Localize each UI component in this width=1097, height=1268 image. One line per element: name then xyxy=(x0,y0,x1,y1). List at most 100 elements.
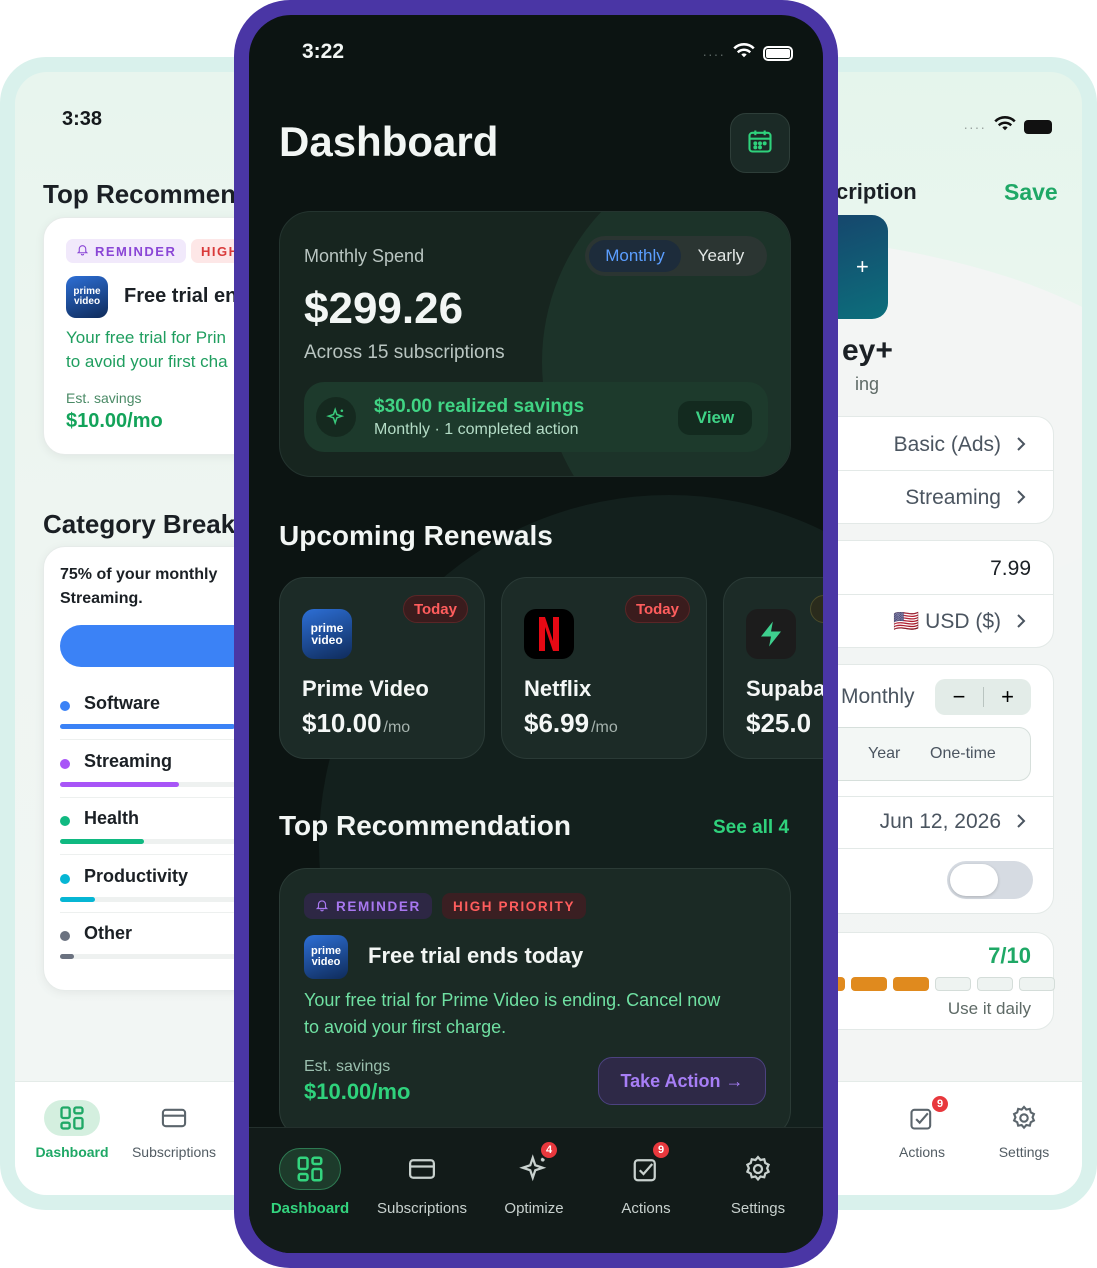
dashboard-icon xyxy=(279,1148,341,1190)
renewal-name: Supaba xyxy=(746,676,823,701)
category-value[interactable]: Streaming xyxy=(905,486,1001,510)
category-bar-fill xyxy=(60,781,179,787)
sparkle-icon: 4 xyxy=(503,1140,565,1190)
rec-body-1: Your free trial for Prime Video is endin… xyxy=(304,990,721,1010)
category-dot xyxy=(60,873,70,884)
app-name: ey+ xyxy=(842,334,893,367)
battery-icon xyxy=(763,46,793,61)
bell-icon xyxy=(315,898,329,915)
actions-badge: 9 xyxy=(930,1094,950,1114)
tab-dashboard[interactable]: Dashboard xyxy=(251,1148,369,1217)
tab-settings[interactable]: Settings xyxy=(984,1100,1064,1160)
recommendation-card[interactable]: REMINDER HIGH PRIORITY prime video Free … xyxy=(279,868,791,1138)
segment-year[interactable]: Year xyxy=(868,745,900,763)
category-bar-track xyxy=(60,954,260,959)
tab-subscriptions[interactable]: Subscriptions xyxy=(119,1100,229,1160)
category-title: Category Break xyxy=(43,509,236,539)
savings-subtitle: Monthly · 1 completed action xyxy=(374,421,579,438)
status-icons: ···· xyxy=(702,43,793,64)
billing-group: Monthly − + h Year One-time Jun 12, 2026 xyxy=(807,664,1054,914)
price-input[interactable]: 7.99 xyxy=(990,557,1031,581)
toggle-switch[interactable] xyxy=(947,861,1033,899)
checklist-icon: 9 xyxy=(894,1094,950,1136)
category-dot xyxy=(60,816,70,826)
rating-value: 7/10 xyxy=(988,943,1031,968)
priority-chip: HIGH PRIORITY xyxy=(442,893,587,919)
rec-body-1: Your free trial for Prin xyxy=(66,328,226,347)
chevron-right-icon xyxy=(1015,488,1027,511)
rec-title: Free trial ends today xyxy=(368,943,584,968)
savings-label: Est. savings xyxy=(66,390,142,406)
prime-video-icon: prime video xyxy=(66,276,108,318)
rec-body-2: to avoid your first cha xyxy=(66,352,228,371)
toggle-yearly[interactable]: Yearly xyxy=(685,240,757,272)
calendar-button[interactable] xyxy=(730,113,790,173)
segment-onetime[interactable]: One-time xyxy=(930,745,996,763)
save-button[interactable]: Save xyxy=(1004,179,1058,206)
page-title: Dashboard xyxy=(279,118,499,165)
gear-icon xyxy=(727,1148,789,1190)
optimize-badge: 4 xyxy=(539,1140,559,1160)
category-label: Other xyxy=(84,923,133,943)
toggle-monthly[interactable]: Monthly xyxy=(589,240,681,272)
tab-actions[interactable]: 9 Actions xyxy=(882,1094,962,1160)
spend-subtext: Across 15 subscriptions xyxy=(304,342,505,363)
tab-dashboard[interactable]: Dashboard xyxy=(17,1100,127,1160)
rating-segment xyxy=(1019,977,1055,991)
chevron-right-icon xyxy=(1015,812,1027,835)
screen-title: cription xyxy=(836,179,917,204)
category-bar-track xyxy=(60,896,260,902)
savings-title: $30.00 realized savings xyxy=(374,396,585,417)
renewal-card[interactable]: Today prime video Prime Video $10.00/mo xyxy=(279,577,485,759)
view-savings-button[interactable]: View xyxy=(678,401,752,435)
monthly-spend-card: Monthly Spend Monthly Yearly $299.26 Acr… xyxy=(279,211,791,477)
category-bar-fill xyxy=(60,724,235,729)
bell-icon xyxy=(76,243,89,259)
cycle-stepper[interactable]: − + xyxy=(935,679,1031,715)
category-dot xyxy=(60,931,70,941)
plus-button[interactable]: + xyxy=(984,684,1031,710)
category-bar-track xyxy=(60,724,260,729)
status-time: 3:22 xyxy=(302,40,345,63)
gear-icon xyxy=(996,1100,1052,1136)
rec-body-2: to avoid your first charge. xyxy=(304,1017,507,1037)
category-bar-track xyxy=(60,781,260,787)
renewal-badge xyxy=(810,595,823,623)
dashboard-icon xyxy=(44,1100,100,1136)
savings-label: Est. savings xyxy=(304,1058,391,1075)
usage-label: Use it daily xyxy=(947,999,1031,1018)
signal-icon: ···· xyxy=(963,118,986,135)
category-note-2: Streaming. xyxy=(60,590,143,607)
main-phone-frame: 3:22 ···· Dashboard Monthly Spend Monthl… xyxy=(234,0,838,1268)
tab-settings[interactable]: Settings xyxy=(699,1148,817,1217)
renewal-price: $6.99/mo xyxy=(524,708,618,738)
category-label: Health xyxy=(84,808,140,828)
card-icon xyxy=(146,1100,202,1136)
rating-bar[interactable] xyxy=(641,977,1055,993)
minus-button[interactable]: − xyxy=(935,684,983,710)
category-label: Productivity xyxy=(84,865,189,886)
tab-subscriptions[interactable]: Subscriptions xyxy=(363,1148,481,1217)
category-dot xyxy=(60,758,70,769)
tab-actions[interactable]: 9 Actions xyxy=(587,1140,705,1217)
status-icons: ···· xyxy=(963,116,1052,137)
main-phone-screen: 3:22 ···· Dashboard Monthly Spend Monthl… xyxy=(249,15,823,1253)
next-billing-date[interactable]: Jun 12, 2026 xyxy=(880,810,1001,834)
renewal-name: Netflix xyxy=(524,676,592,701)
tab-optimize[interactable]: 4 Optimize xyxy=(475,1140,593,1217)
period-toggle: Monthly Yearly xyxy=(585,236,767,276)
take-action-button[interactable]: Take Action → xyxy=(598,1057,766,1105)
renewal-card[interactable]: Today Netflix $6.99/mo xyxy=(501,577,707,759)
renewal-card[interactable]: Supaba $25.0 xyxy=(723,577,823,759)
plan-value[interactable]: Basic (Ads) xyxy=(894,433,1001,457)
see-all-link[interactable]: See all 4 xyxy=(713,817,789,839)
cycle-segment: h Year One-time xyxy=(807,727,1031,781)
spend-label: Monthly Spend xyxy=(304,246,425,266)
recommendation-title: Top Recommendation xyxy=(279,810,571,841)
category-label: Streaming xyxy=(84,750,173,771)
battery-icon xyxy=(1024,119,1052,134)
prime-video-icon: prime video xyxy=(302,609,352,659)
reminder-chip: REMINDER xyxy=(304,893,432,919)
prime-video-icon: prime video xyxy=(304,935,348,979)
currency-select[interactable]: 🇺🇸 USD ($) xyxy=(893,610,1001,634)
